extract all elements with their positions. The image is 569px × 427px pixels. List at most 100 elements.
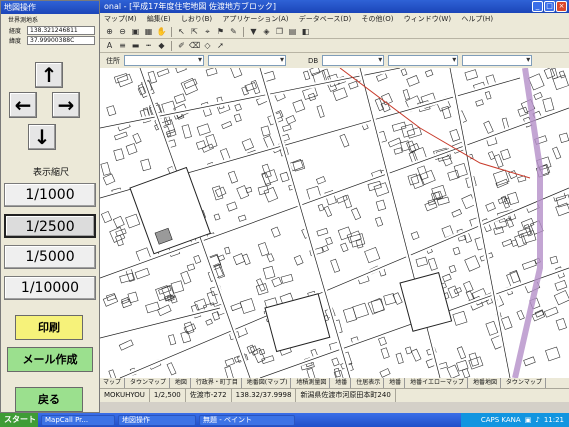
pan-hand-icon[interactable]: ✋: [156, 26, 167, 37]
pan-up-button[interactable]: ↑: [35, 62, 63, 88]
address-sub-combo[interactable]: [208, 55, 286, 66]
create-mail-button[interactable]: メール作成: [7, 347, 93, 372]
map-building: [534, 309, 545, 318]
map-building: [379, 368, 391, 378]
layer-icon[interactable]: ◧: [300, 26, 311, 37]
map-tab[interactable]: マップ: [100, 378, 126, 388]
start-button[interactable]: スタート: [0, 413, 38, 427]
map-building: [553, 290, 569, 306]
taskbar-item-map-operation[interactable]: 地図操作: [118, 414, 196, 426]
map-building: [108, 369, 118, 378]
map-building: [100, 162, 111, 176]
dash-icon[interactable]: ┅: [143, 40, 154, 51]
map-building: [336, 195, 348, 204]
eraser-icon[interactable]: ⌫: [189, 40, 200, 51]
map-building: [545, 346, 561, 362]
fill-color-icon[interactable]: ◆: [156, 40, 167, 51]
zoom-out-icon[interactable]: ⊖: [117, 26, 128, 37]
grid-icon[interactable]: ▦: [143, 26, 154, 37]
map-tab[interactable]: 地番イエローマップ: [407, 378, 469, 388]
shape-icon[interactable]: ◇: [202, 40, 213, 51]
print-button[interactable]: 印刷: [15, 315, 83, 340]
map-building: [227, 170, 239, 184]
map-street-edge: [100, 307, 221, 339]
zoom-area-icon[interactable]: ▣: [130, 26, 141, 37]
map-building: [521, 259, 537, 270]
zoom-in-icon[interactable]: ⊕: [104, 26, 115, 37]
menu-item-other[interactable]: その他(O): [357, 13, 397, 25]
map-tab[interactable]: 地番図(マップ): [244, 378, 292, 388]
scale-1000-button[interactable]: 1/1000: [4, 183, 96, 207]
measure-icon[interactable]: ⌖: [202, 26, 213, 37]
db-field-combo[interactable]: [462, 55, 533, 66]
line-width-icon[interactable]: ▬: [130, 40, 141, 51]
map-building: [448, 264, 457, 274]
db-layer-combo[interactable]: [388, 55, 459, 66]
map-building: [493, 154, 504, 168]
db-combo[interactable]: [322, 55, 385, 66]
map-canvas[interactable]: [100, 68, 569, 378]
line-style-icon[interactable]: ≡: [117, 40, 128, 51]
paint-icon[interactable]: ✐: [176, 40, 187, 51]
menu-item-bookmark[interactable]: しおり(B): [177, 13, 216, 25]
menu-item-database[interactable]: データベース(D): [295, 13, 356, 25]
map-building: [157, 304, 172, 317]
select-icon[interactable]: ⇱: [189, 26, 200, 37]
address-combo[interactable]: [124, 55, 204, 66]
map-building: [201, 143, 214, 153]
status-city: 佐渡市-272: [186, 389, 232, 402]
map-view[interactable]: [100, 68, 569, 378]
map-building: [230, 68, 243, 79]
map-building: [409, 143, 420, 153]
map-building: [493, 226, 504, 235]
map-tab[interactable]: タウンマップ: [127, 378, 170, 388]
map-building: [427, 257, 438, 271]
map-tab[interactable]: 地番: [386, 378, 406, 388]
menu-bar: マップ(M) 編集(E) しおり(B) アプリケーション(A) データベース(D…: [100, 13, 569, 25]
map-building: [410, 348, 422, 362]
map-tab[interactable]: 住居表示: [353, 378, 385, 388]
stamp-icon[interactable]: ◈: [261, 26, 272, 37]
maximize-button[interactable]: □: [544, 1, 555, 12]
scale-10000-button[interactable]: 1/10000: [4, 276, 96, 300]
menu-item-edit[interactable]: 編集(E): [143, 13, 175, 25]
map-tab[interactable]: 地図: [172, 378, 191, 388]
flag-icon[interactable]: ⚑: [215, 26, 226, 37]
minimize-button[interactable]: _: [532, 1, 543, 12]
taskbar-item-mapcall[interactable]: MapCall Pr...: [41, 414, 115, 426]
map-building: [196, 123, 211, 136]
status-scale: 1/2,500: [150, 389, 186, 402]
scale-2500-button[interactable]: 1/2500: [4, 214, 96, 238]
scale-5000-button[interactable]: 1/5000: [4, 245, 96, 269]
map-building: [558, 70, 566, 79]
network-icon[interactable]: ▣: [525, 416, 532, 424]
pointer-icon[interactable]: ↖: [176, 26, 187, 37]
pan-left-button[interactable]: ←: [9, 92, 37, 118]
menu-item-help[interactable]: ヘルプ(H): [457, 13, 497, 25]
taskbar-item-paint[interactable]: 無題 - ペイント: [199, 414, 295, 426]
menu-item-map[interactable]: マップ(M): [100, 13, 141, 25]
map-tab[interactable]: 地番: [332, 378, 352, 388]
draw-icon[interactable]: ✎: [228, 26, 239, 37]
back-button[interactable]: 戻る: [15, 387, 83, 412]
text-icon[interactable]: A: [104, 40, 115, 51]
menu-item-application[interactable]: アプリケーション(A): [218, 13, 292, 25]
longitude-value: 138.321246811: [27, 25, 95, 35]
map-tab[interactable]: タウンマップ: [503, 378, 546, 388]
map-tab[interactable]: 地番地図: [470, 378, 501, 388]
map-facility: [264, 293, 331, 353]
copy-icon[interactable]: ❐: [274, 26, 285, 37]
volume-icon[interactable]: ♪: [535, 416, 539, 424]
pan-right-button[interactable]: →: [52, 92, 80, 118]
tool-dropdown-icon[interactable]: ▼: [248, 26, 259, 37]
menu-item-window[interactable]: ウィンドウ(W): [400, 13, 455, 25]
map-tab[interactable]: 行政界・町丁目: [193, 378, 242, 388]
arrow-tool-icon[interactable]: ➚: [215, 40, 226, 51]
close-button[interactable]: ×: [556, 1, 567, 12]
map-tab[interactable]: 地積測量図: [293, 378, 331, 388]
pan-down-button[interactable]: ↓: [28, 124, 56, 150]
ime-indicator[interactable]: CAPS KANA: [481, 416, 521, 424]
map-building: [180, 330, 192, 344]
longitude-label: 経度: [9, 27, 22, 35]
paste-icon[interactable]: ▤: [287, 26, 298, 37]
